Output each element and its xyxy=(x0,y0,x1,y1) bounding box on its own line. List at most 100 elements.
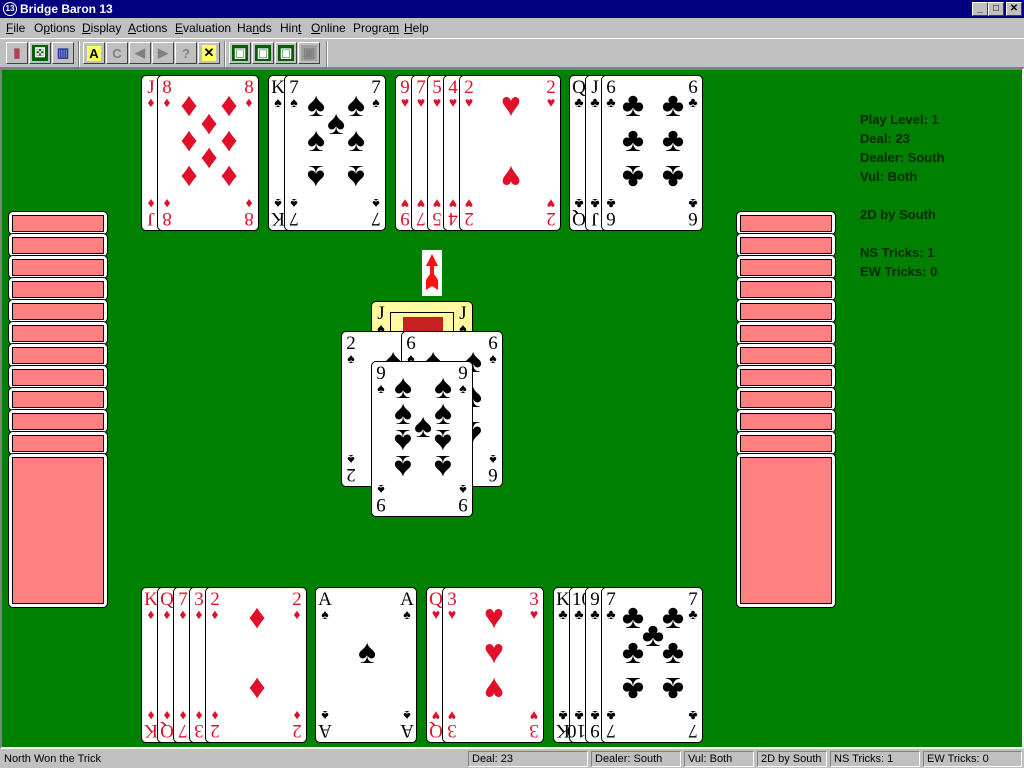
south-card[interactable]: 3 ♥ 3 ♥ 3 ♥ 3 ♥ ♥ ♥ ♥ xyxy=(442,587,544,743)
card-index: Q ♣ xyxy=(572,195,586,229)
suit-pip-icon: ♥ xyxy=(483,598,505,636)
suit-pip-icon: ♣ xyxy=(661,86,685,124)
maximize-button[interactable]: □ xyxy=(988,2,1004,16)
back-button[interactable]: ◀ xyxy=(129,42,151,64)
card-index: 2 ♦ xyxy=(210,707,220,741)
view-4-icon: ▣ xyxy=(300,45,318,61)
card-index: J ♣ xyxy=(590,77,600,111)
app-icon[interactable]: 13 xyxy=(3,2,17,16)
status-vulnerability: Vul: Both xyxy=(684,751,754,767)
suit-pip-icon: ♣ xyxy=(661,633,685,671)
auto-play-button[interactable]: A xyxy=(83,42,105,64)
west-card-back xyxy=(8,453,108,608)
card-index: 6 ♣ xyxy=(606,195,616,229)
suit-pip-icon: ♣ xyxy=(661,670,685,708)
card-index: 2 ♥ xyxy=(464,77,474,111)
menu-options[interactable]: Options xyxy=(34,21,75,35)
suit-pip-icon: ♠ xyxy=(357,633,377,671)
status-ns-tricks: NS Tricks: 1 xyxy=(830,751,920,767)
card-index: 6♠ xyxy=(488,451,498,485)
menu-actions[interactable]: Actions xyxy=(128,21,167,35)
west-card-back xyxy=(8,255,108,279)
view-4-button[interactable]: ▣ xyxy=(298,42,320,64)
card-index: 3 ♦ xyxy=(194,589,204,623)
west-card-back xyxy=(8,387,108,411)
suit-pip-icon: ♣ xyxy=(621,158,645,196)
view-1-button[interactable]: ▣ xyxy=(229,42,251,64)
menu-display[interactable]: Display xyxy=(82,21,121,35)
menu-hint[interactable]: Hint xyxy=(280,21,301,35)
north-card[interactable]: 6 ♣ 6 ♣ 6 ♣ 6 ♣ ♣ ♣ ♣ ♣ ♣ ♣ xyxy=(601,75,703,231)
menu-online[interactable]: Online xyxy=(311,21,346,35)
back-icon: ◀ xyxy=(133,45,147,61)
menu-bar: File Options Display Actions Evaluation … xyxy=(0,18,1024,38)
trick-card-south: 9 ♠ 9 ♠ 9 ♠ 9 ♠ ♠ ♠ ♠ ♠ ♠ ♠ ♠ ♠ ♠ xyxy=(371,361,473,517)
card-index: 4 ♥ xyxy=(448,77,458,111)
hint-button[interactable]: ? xyxy=(175,42,197,64)
east-card-back xyxy=(736,365,836,389)
status-ew-tricks: EW Tricks: 0 xyxy=(923,751,1022,767)
card-index: 2 ♥ xyxy=(546,77,556,111)
close-button[interactable]: ✕ xyxy=(1006,2,1022,16)
suit-pip-icon: ♠ xyxy=(433,448,453,486)
menu-evaluation[interactable]: Evaluation xyxy=(175,21,231,35)
undo-icon: ✕ xyxy=(201,45,217,61)
menu-hands[interactable]: Hands xyxy=(237,21,272,35)
east-card-back xyxy=(736,453,836,608)
forward-button[interactable]: ▶ xyxy=(152,42,174,64)
east-card-back xyxy=(736,255,836,279)
west-card-back xyxy=(8,321,108,345)
view-2-button[interactable]: ▣ xyxy=(252,42,274,64)
menu-file[interactable]: File xyxy=(6,21,25,35)
status-contract: 2D by South xyxy=(757,751,827,767)
claim-button[interactable]: C xyxy=(106,42,128,64)
north-card[interactable]: 2 ♥ 2 ♥ 2 ♥ 2 ♥ ♥ ♥ xyxy=(459,75,561,231)
west-card-back xyxy=(8,343,108,367)
card-index: A ♠ xyxy=(318,589,332,623)
card-index: K ♠ xyxy=(271,195,285,229)
suit-pip-icon: ♦ xyxy=(248,670,266,708)
card-index: Q ♦ xyxy=(160,589,174,623)
minimize-button[interactable]: _ xyxy=(972,2,988,16)
claim-icon: C xyxy=(110,45,124,61)
suit-pip-icon: ♣ xyxy=(661,121,685,159)
card-index: 2 ♦ xyxy=(292,707,302,741)
card-index: 3 ♥ xyxy=(529,707,539,741)
view-3-button[interactable]: ▣ xyxy=(275,42,297,64)
card-index: 7 ♠ xyxy=(289,195,299,229)
random-deal-button[interactable]: ⚄ xyxy=(29,42,51,64)
card-index: 7 ♥ xyxy=(416,77,426,111)
card-index: 8 ♦ xyxy=(244,195,254,229)
suit-pip-icon: ♠ xyxy=(306,158,326,196)
deal-button[interactable]: ▮ xyxy=(6,42,28,64)
card-index: 5 ♥ xyxy=(432,195,442,229)
north-card[interactable]: 8 ♦ 8 ♦ 8 ♦ 8 ♦ ♦ ♦ ♦ ♦ ♦ ♦ ♦ ♦ xyxy=(157,75,259,231)
forward-icon: ▶ xyxy=(156,45,170,61)
north-card[interactable]: 7 ♠ 7 ♠ 7 ♠ 7 ♠ ♠ ♠ ♠ ♠ ♠ ♠ ♠ xyxy=(284,75,386,231)
show-hands-button[interactable]: ▥ xyxy=(52,42,74,64)
deal-label: Deal: 23 xyxy=(860,131,910,146)
menu-help[interactable]: Help xyxy=(404,21,429,35)
card-index: J ♦ xyxy=(147,77,155,111)
card-index: 9 ♣ xyxy=(590,707,600,741)
view-1-icon: ▣ xyxy=(231,45,249,61)
south-card[interactable]: 2 ♦ 2 ♦ 2 ♦ 2 ♦ ♦ ♦ xyxy=(205,587,307,743)
undo-button[interactable]: ✕ xyxy=(198,42,220,64)
card-index: 7 ♠ xyxy=(371,195,381,229)
south-card[interactable]: A ♠ A ♠ A ♠ A ♠ ♠ xyxy=(315,587,417,743)
card-index: K ♦ xyxy=(144,589,158,623)
game-info-panel: Play Level: 1 Deal: 23 Dealer: South Vul… xyxy=(860,110,945,281)
card-index: 9 ♠ xyxy=(376,481,386,515)
east-card-back xyxy=(736,277,836,301)
hands-view-icon: ▥ xyxy=(54,45,72,61)
east-card-back xyxy=(736,343,836,367)
ew-tricks-label: EW Tricks: 0 xyxy=(860,264,938,279)
menu-program[interactable]: Program xyxy=(353,21,399,35)
toolbar-separator xyxy=(78,41,80,67)
title-bar: 13 Bridge Baron 13 _ □ ✕ xyxy=(0,0,1024,18)
suit-pip-icon: ♠ xyxy=(306,121,326,159)
south-card[interactable]: 7 ♣ 7 ♣ 7 ♣ 7 ♣ ♣ ♣ ♣ ♣ ♣ ♣ ♣ xyxy=(601,587,703,743)
card-index: 2 ♦ xyxy=(210,589,220,623)
card-back-icon: ▮ xyxy=(11,45,23,61)
card-index: 9 ♠ xyxy=(458,481,468,515)
